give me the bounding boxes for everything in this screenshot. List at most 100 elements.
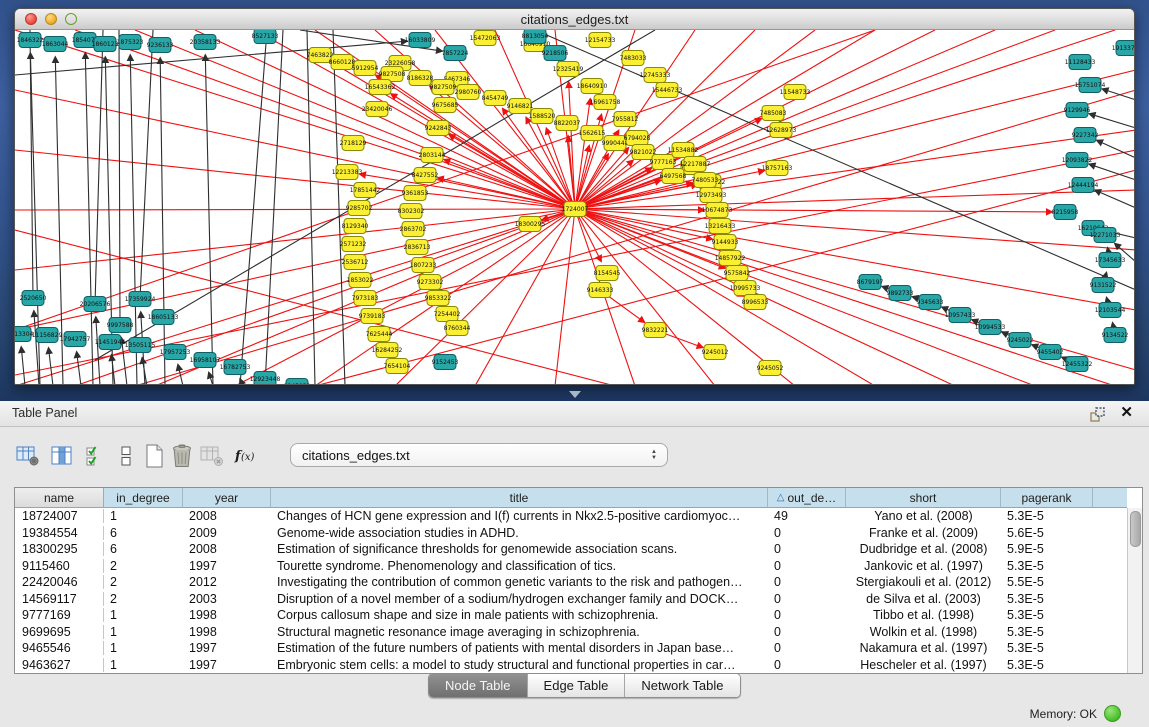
- graph-edge[interactable]: [15, 209, 575, 270]
- tab-node-table[interactable]: Node Table: [429, 674, 528, 697]
- graph-node[interactable]: 8302302: [398, 204, 425, 219]
- graph-node[interactable]: 9129946: [1064, 103, 1091, 118]
- vertical-scrollbar[interactable]: [1127, 508, 1142, 674]
- graph-node[interactable]: 10994533: [975, 320, 1006, 335]
- table-cell[interactable]: Estimation of significance thresholds fo…: [271, 542, 768, 556]
- toolbar-icon-show-columns[interactable]: [48, 441, 76, 471]
- graph-node[interactable]: 12455322: [1062, 357, 1093, 372]
- toolbar-icon-row-height[interactable]: [112, 441, 140, 471]
- graph-edge[interactable]: [21, 347, 25, 385]
- graph-node[interactable]: 12154733: [585, 33, 616, 48]
- graph-node[interactable]: 9146333: [587, 283, 614, 298]
- graph-node[interactable]: 9675685: [432, 98, 459, 113]
- graph-edge[interactable]: [96, 317, 100, 385]
- graph-node[interactable]: 1875323: [117, 35, 144, 50]
- table-cell[interactable]: 0: [768, 559, 846, 573]
- table-cell[interactable]: Investigating the contribution of common…: [271, 575, 768, 589]
- graph-node[interactable]: 6497568: [660, 169, 687, 184]
- graph-node[interactable]: 13505115: [125, 338, 156, 353]
- toolbar-icon-delete-table[interactable]: [168, 441, 196, 471]
- table-cell[interactable]: 0: [768, 658, 846, 672]
- graph-node[interactable]: 7254402: [434, 307, 461, 322]
- toolbar-icon-table-settings[interactable]: [14, 441, 42, 471]
- table-cell[interactable]: 2008: [183, 509, 271, 523]
- graph-node[interactable]: 10957433: [945, 308, 976, 323]
- table-selector-dropdown[interactable]: citations_edges.txt ▲▼: [290, 443, 668, 467]
- graph-node[interactable]: 1562615: [579, 126, 606, 141]
- table-cell[interactable]: 5.3E-5: [1001, 509, 1093, 523]
- table-cell[interactable]: 0: [768, 575, 846, 589]
- graph-node[interactable]: 8996533: [742, 295, 769, 310]
- graph-node[interactable]: 9832221: [642, 323, 669, 338]
- graph-node[interactable]: 9273302: [417, 275, 444, 290]
- graph-node[interactable]: 5912954: [352, 61, 379, 76]
- graph-node[interactable]: 9892733: [887, 286, 914, 301]
- graph-node[interactable]: 16958107: [190, 353, 221, 368]
- graph-node[interactable]: 16543362: [365, 80, 396, 95]
- graph-node[interactable]: 7654104: [384, 359, 411, 374]
- table-cell[interactable]: 9115460: [15, 559, 104, 573]
- graph-node[interactable]: 15446733: [652, 83, 683, 98]
- graph-node[interactable]: 12213383: [332, 165, 363, 180]
- table-cell[interactable]: 5.9E-5: [1001, 542, 1093, 556]
- table-cell[interactable]: 18724007: [15, 509, 104, 523]
- graph-node[interactable]: 7973183: [352, 291, 379, 306]
- graph-node[interactable]: 9144933: [712, 235, 739, 250]
- graph-node[interactable]: 2520650: [20, 291, 47, 306]
- graph-node[interactable]: 14857922: [715, 251, 746, 266]
- graph-node[interactable]: 8454749: [482, 91, 509, 106]
- float-panel-icon[interactable]: [1090, 407, 1105, 422]
- table-cell[interactable]: 5.5E-5: [1001, 575, 1093, 589]
- table-cell[interactable]: Dudbridge et al. (2008): [846, 542, 1001, 556]
- table-row[interactable]: 969969511998Structural magnetic resonanc…: [15, 624, 1142, 641]
- column-header-in_degree[interactable]: in_degree: [104, 488, 183, 508]
- graph-node[interactable]: 17942757: [60, 332, 91, 347]
- graph-node[interactable]: 12217887: [680, 157, 711, 172]
- table-cell[interactable]: Jankovic et al. (1997): [846, 559, 1001, 573]
- graph-node[interactable]: 9245012: [702, 345, 729, 360]
- graph-node[interactable]: 11451944: [95, 335, 126, 350]
- graph-node[interactable]: 8822037: [554, 116, 581, 131]
- table-cell[interactable]: 1: [104, 658, 183, 672]
- table-cell[interactable]: Tourette syndrome. Phenomenology and cla…: [271, 559, 768, 573]
- table-cell[interactable]: Changes of HCN gene expression and I(f) …: [271, 509, 768, 523]
- graph-node[interactable]: 15751074: [1075, 78, 1106, 93]
- table-cell[interactable]: Estimation of the future numbers of pati…: [271, 641, 768, 655]
- graph-node[interactable]: 17345633: [1095, 253, 1126, 268]
- table-cell[interactable]: 5.3E-5: [1001, 658, 1093, 672]
- graph-node[interactable]: 23420046: [362, 102, 393, 117]
- column-header-out_de[interactable]: △out_de…: [768, 488, 846, 508]
- graph-node[interactable]: 20358133: [190, 35, 221, 50]
- graph-node[interactable]: 1853022: [347, 273, 374, 288]
- graph-edge[interactable]: [15, 150, 1135, 375]
- graph-edge[interactable]: [195, 30, 575, 209]
- table-cell[interactable]: Hescheler et al. (1997): [846, 658, 1001, 672]
- close-window-button[interactable]: [25, 13, 37, 25]
- graph-node[interactable]: 1863044: [42, 37, 69, 52]
- graph-node[interactable]: 9285702: [346, 201, 373, 216]
- graph-node[interactable]: 18605133: [148, 310, 179, 325]
- column-header-name[interactable]: name: [15, 488, 104, 508]
- graph-node[interactable]: 9245033: [284, 379, 311, 386]
- table-cell[interactable]: 14569117: [15, 592, 104, 606]
- toolbar-icon-new-table[interactable]: [140, 441, 168, 471]
- graph-edge[interactable]: [160, 58, 165, 385]
- table-row[interactable]: 977716911998Corpus callosum shape and si…: [15, 607, 1142, 624]
- graph-node[interactable]: 9218506: [542, 46, 569, 61]
- graph-edge[interactable]: [265, 30, 283, 385]
- table-cell[interactable]: Disruption of a novel member of a sodium…: [271, 592, 768, 606]
- graph-node[interactable]: 8129340: [342, 219, 369, 234]
- graph-node[interactable]: 7955812: [612, 112, 639, 127]
- table-cell[interactable]: 18300295: [15, 542, 104, 556]
- toolbar-icon-function-builder[interactable]: f(x): [232, 441, 260, 471]
- graph-edge[interactable]: [575, 30, 1055, 209]
- graph-node[interactable]: 9152453: [432, 355, 459, 370]
- table-cell[interactable]: 1: [104, 641, 183, 655]
- graph-node[interactable]: 2536712: [342, 255, 369, 270]
- graph-node[interactable]: 9242843: [425, 121, 452, 136]
- table-cell[interactable]: 19384554: [15, 526, 104, 540]
- tab-edge-table[interactable]: Edge Table: [528, 674, 626, 697]
- graph-node[interactable]: 1860123: [92, 37, 119, 52]
- graph-node[interactable]: 6794028: [624, 131, 651, 146]
- graph-node[interactable]: 20206576: [80, 297, 111, 312]
